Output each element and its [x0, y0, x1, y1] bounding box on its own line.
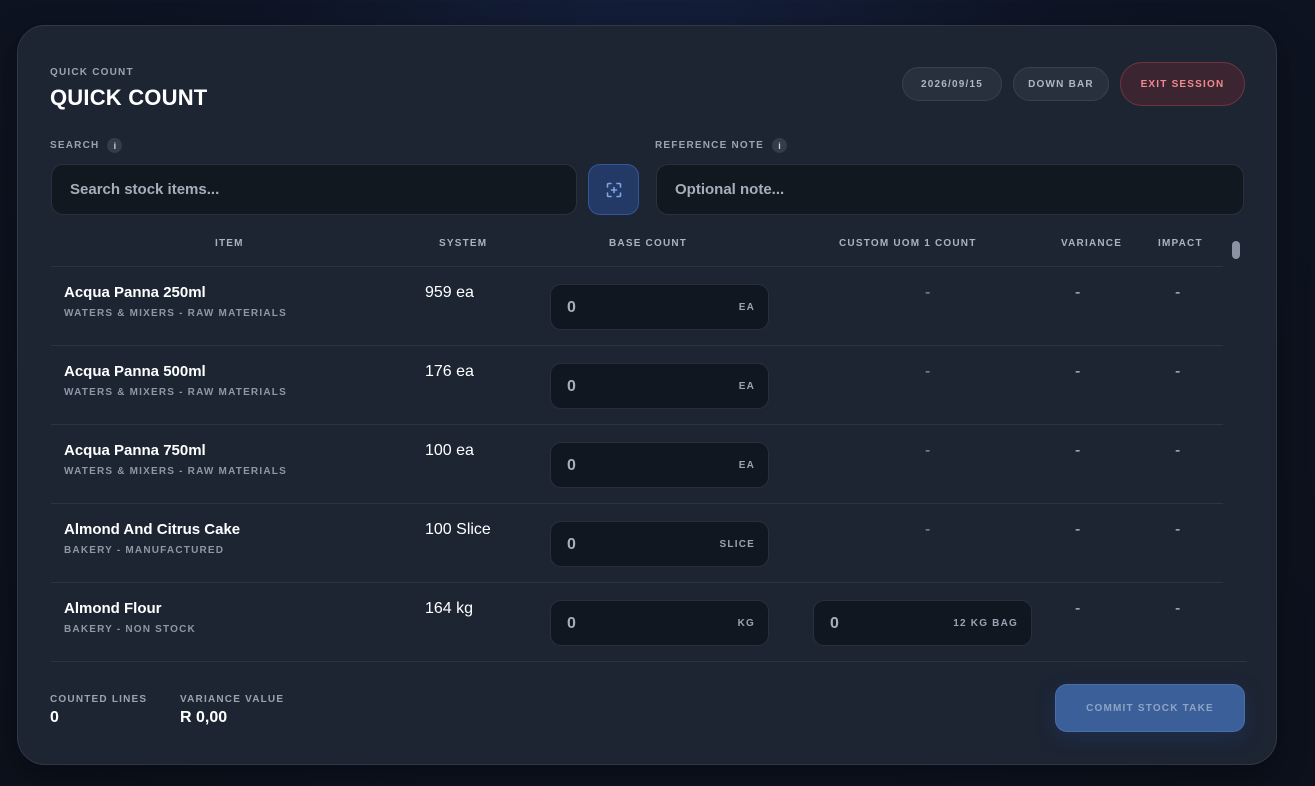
variance-value-label: VARIANCE VALUE	[180, 694, 285, 705]
variance-value: -	[1075, 363, 1081, 380]
reference-note-input[interactable]	[656, 164, 1244, 215]
base-count-input[interactable]: 0 SLICE	[550, 521, 769, 567]
info-icon[interactable]: i	[772, 138, 788, 153]
variance-total-value: R 0,00	[180, 709, 228, 726]
table-row: Acqua Panna 750ml WATERS & MIXERS - RAW …	[51, 424, 1223, 503]
item-name: Almond And Citrus Cake	[64, 521, 241, 538]
base-count-input[interactable]: 0 KG	[550, 600, 769, 646]
custom-uom-count-unit: 12 KG BAG	[953, 618, 1018, 629]
column-header-custom-uom: CUSTOM UOM 1 COUNT	[839, 238, 977, 249]
base-count-value: 0	[567, 536, 576, 553]
scan-icon	[606, 182, 621, 197]
base-count-unit: EA	[738, 460, 755, 471]
exit-session-button[interactable]: EXIT SESSION	[1120, 62, 1245, 106]
base-count-input[interactable]: 0 EA	[550, 284, 769, 330]
page-eyebrow: QUICK COUNT	[50, 67, 134, 78]
column-header-base-count: BASE COUNT	[609, 238, 688, 249]
page-title: QUICK COUNT	[50, 85, 208, 110]
variance-value: -	[1075, 284, 1081, 301]
base-count-value: 0	[567, 299, 576, 316]
impact-value: -	[1175, 442, 1181, 459]
base-count-unit: EA	[738, 302, 755, 313]
search-label-group: SEARCH i	[50, 138, 123, 153]
custom-uom-empty: -	[925, 284, 931, 301]
item-name: Acqua Panna 500ml	[64, 363, 206, 380]
quick-count-panel: QUICK COUNT QUICK COUNT 2026/09/15 DOWN …	[17, 25, 1277, 765]
table-row: Acqua Panna 500ml WATERS & MIXERS - RAW …	[51, 345, 1223, 424]
column-header-item: ITEM	[215, 238, 244, 249]
base-count-unit: KG	[737, 618, 755, 629]
column-header-variance: VARIANCE	[1061, 238, 1123, 249]
variance-value: -	[1075, 600, 1081, 617]
search-label: SEARCH	[50, 140, 100, 151]
base-count-unit: SLICE	[719, 539, 755, 550]
table-row: Almond Flour BAKERY - NON STOCK 164 kg 0…	[51, 582, 1223, 661]
scan-button[interactable]	[588, 164, 639, 215]
item-name: Acqua Panna 250ml	[64, 284, 206, 301]
base-count-value: 0	[567, 378, 576, 395]
counted-lines-value: 0	[50, 709, 59, 726]
custom-uom-count-input[interactable]: 0 12 KG BAG	[813, 600, 1032, 646]
item-name: Almond Flour	[64, 600, 162, 617]
column-header-impact: IMPACT	[1158, 238, 1203, 249]
column-header-system: SYSTEM	[439, 238, 488, 249]
impact-value: -	[1175, 521, 1181, 538]
impact-value: -	[1175, 284, 1181, 301]
note-label-group: REFERENCE NOTE i	[655, 138, 788, 153]
table-row: Acqua Panna 250ml WATERS & MIXERS - RAW …	[51, 266, 1223, 345]
reference-note-label: REFERENCE NOTE	[655, 140, 765, 151]
date-badge: 2026/09/15	[902, 67, 1002, 101]
system-quantity: 959 ea	[425, 284, 474, 301]
base-count-input[interactable]: 0 EA	[550, 442, 769, 488]
impact-value: -	[1175, 600, 1181, 617]
custom-uom-empty: -	[925, 521, 931, 538]
info-icon[interactable]: i	[107, 138, 123, 153]
base-count-value: 0	[567, 615, 576, 632]
base-count-value: 0	[567, 457, 576, 474]
counted-lines-label: COUNTED LINES	[50, 694, 148, 705]
footer-divider	[51, 661, 1247, 662]
custom-uom-empty: -	[925, 442, 931, 459]
search-input[interactable]	[51, 164, 577, 215]
base-count-unit: EA	[738, 381, 755, 392]
stock-table: Acqua Panna 250ml WATERS & MIXERS - RAW …	[51, 266, 1223, 661]
item-category: WATERS & MIXERS - RAW MATERIALS	[64, 387, 287, 398]
system-quantity: 100 Slice	[425, 521, 491, 538]
location-badge: DOWN BAR	[1013, 67, 1109, 101]
item-category: WATERS & MIXERS - RAW MATERIALS	[64, 466, 287, 477]
system-quantity: 176 ea	[425, 363, 474, 380]
system-quantity: 100 ea	[425, 442, 474, 459]
table-scrollbar[interactable]	[1232, 241, 1240, 259]
variance-value: -	[1075, 521, 1081, 538]
impact-value: -	[1175, 363, 1181, 380]
base-count-input[interactable]: 0 EA	[550, 363, 769, 409]
custom-uom-count-value: 0	[830, 615, 839, 632]
commit-stock-take-button[interactable]: COMMIT STOCK TAKE	[1055, 684, 1245, 732]
table-row: Almond And Citrus Cake BAKERY - MANUFACT…	[51, 503, 1223, 582]
system-quantity: 164 kg	[425, 600, 474, 617]
variance-value: -	[1075, 442, 1081, 459]
custom-uom-empty: -	[925, 363, 931, 380]
item-name: Acqua Panna 750ml	[64, 442, 206, 459]
item-category: BAKERY - MANUFACTURED	[64, 545, 225, 556]
item-category: BAKERY - NON STOCK	[64, 624, 196, 635]
item-category: WATERS & MIXERS - RAW MATERIALS	[64, 308, 287, 319]
